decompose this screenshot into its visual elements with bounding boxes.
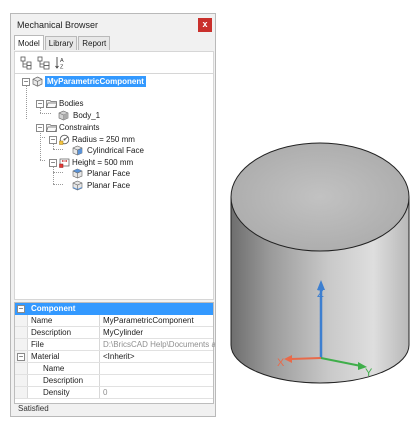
face-icon (72, 168, 83, 179)
property-label: Description (31, 328, 72, 337)
tree-label-planar-face-1: Planar Face (87, 169, 131, 178)
z-axis-label: Z (317, 288, 324, 300)
tab-report[interactable]: Report (78, 36, 111, 50)
browser-toolbar: A Z (14, 51, 214, 73)
name-value-field[interactable]: MyParametricComponent (99, 315, 215, 326)
tab-library[interactable]: Library (44, 36, 78, 50)
property-row-material[interactable]: − Material <Inherit> (15, 351, 213, 363)
x-axis-label: X (277, 357, 285, 369)
distance-constraint-icon (59, 158, 70, 168)
tree-node-planar-face[interactable]: Planar Face (15, 168, 215, 180)
mechanical-browser-panel: Mechanical Browser x Model Library Repor… (10, 13, 216, 417)
collapse-icon[interactable]: − (17, 305, 25, 313)
folder-icon (46, 124, 57, 132)
description-value-field[interactable]: MyCylinder (99, 327, 215, 338)
property-row-material-name[interactable]: Name (15, 363, 213, 375)
properties-grid: − Component Name MyParametricComponent D… (14, 302, 215, 404)
property-label: Material (31, 352, 60, 361)
x-axis (290, 357, 322, 360)
sort-az-icon[interactable]: A Z (54, 56, 68, 70)
y-axis-label: Y (365, 367, 373, 379)
browse-tree-icon[interactable] (20, 56, 34, 70)
close-button[interactable]: x (198, 18, 212, 32)
panel-title: Mechanical Browser (17, 20, 99, 30)
property-label: Description (43, 376, 84, 385)
category-row-component[interactable]: − Component (15, 303, 213, 315)
property-row-file[interactable]: File D:\BricsCAD Help\Documents and Dr..… (15, 339, 215, 351)
tree-node-cylindrical-face[interactable]: Cylindrical Face (15, 145, 215, 157)
panel-titlebar[interactable]: Mechanical Browser x (11, 14, 215, 36)
file-value-field: D:\BricsCAD Help\Documents and Dr... (99, 339, 215, 350)
svg-text:A: A (60, 58, 64, 64)
collapse-icon[interactable]: − (22, 78, 30, 86)
density-value-field[interactable]: 0 (99, 387, 215, 398)
tree-label-radius: Radius = 250 mm (72, 135, 135, 144)
collapse-icon[interactable]: − (49, 159, 57, 167)
tree-label-body-1: Body_1 (73, 111, 101, 120)
radius-constraint-icon (59, 134, 70, 145)
tab-model[interactable]: Model (14, 35, 44, 50)
property-label: File (31, 340, 44, 349)
folder-icon (46, 100, 57, 108)
tab-strip: Model Library Report (14, 35, 111, 50)
property-row-material-description[interactable]: Description (15, 375, 213, 387)
property-row-material-density[interactable]: Density 0 (15, 387, 213, 399)
model-tree: − MyParametricComponent − Bodies Body_1 (14, 73, 214, 300)
tree-label-planar-face-2: Planar Face (87, 181, 131, 190)
material-value-field[interactable]: <Inherit> (99, 351, 215, 362)
collapse-icon[interactable]: − (36, 100, 44, 108)
cylinder-top-face[interactable] (230, 142, 410, 252)
collapse-icon[interactable]: − (49, 136, 57, 144)
browse-tree-alt-icon[interactable] (37, 56, 51, 70)
property-label: Name (31, 316, 53, 325)
tree-node-planar-face[interactable]: Planar Face (15, 180, 215, 192)
property-label: Density (43, 388, 70, 397)
property-row-description[interactable]: Description MyCylinder (15, 327, 213, 339)
category-label: Component (31, 304, 76, 313)
material-description-value-field[interactable] (99, 375, 215, 386)
collapse-icon[interactable]: − (36, 124, 44, 132)
property-row-name[interactable]: Name MyParametricComponent (15, 315, 213, 327)
property-label: Name (43, 364, 65, 373)
cylinder-model[interactable]: Z Y X (218, 120, 420, 415)
component-icon (32, 76, 43, 87)
tree-node-bodies[interactable]: − Bodies (15, 98, 215, 110)
tree-label-root: MyParametricComponent (45, 76, 146, 87)
tree-node-constraints[interactable]: − Constraints (15, 122, 215, 134)
tree-label-cylindrical-face: Cylindrical Face (87, 146, 144, 155)
tree-node-root[interactable]: − MyParametricComponent (15, 76, 215, 88)
face-icon (72, 180, 83, 191)
status-text: Satisfied (18, 404, 49, 413)
face-icon (72, 145, 83, 156)
tree-label-height: Height = 500 mm (72, 158, 134, 167)
close-icon: x (202, 19, 208, 29)
tree-label-constraints: Constraints (59, 123, 100, 132)
tree-node-body-1[interactable]: Body_1 (15, 110, 215, 122)
svg-text:Z: Z (60, 65, 64, 71)
material-name-value-field[interactable] (99, 363, 215, 374)
tree-label-bodies: Bodies (59, 99, 84, 108)
model-viewport[interactable]: Z Y X (218, 120, 420, 415)
solid-body-icon (58, 110, 69, 121)
collapse-icon[interactable]: − (17, 353, 25, 361)
